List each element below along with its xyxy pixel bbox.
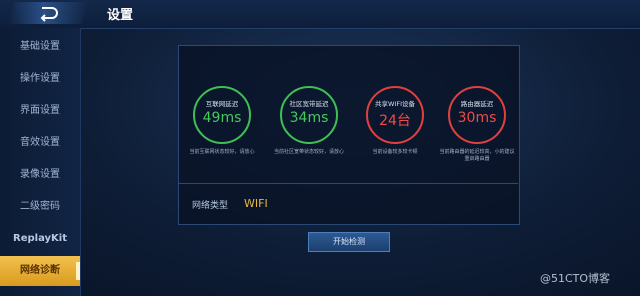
sidebar-item-network-diagnosis[interactable]: 网络诊断 — [0, 256, 80, 286]
stat-description: 当前路由器的延迟较高，小的建议重启路由器 — [439, 149, 515, 162]
stat-value: 49ms — [202, 110, 242, 126]
page-title: 设置 — [107, 8, 134, 23]
stat-value: 30ms — [457, 110, 497, 126]
sidebar-item-recording[interactable]: 录像设置 — [0, 160, 80, 190]
stat-label: 互联网延迟 — [205, 100, 239, 108]
stat-description: 当前设备较多较卡顿 — [372, 149, 418, 155]
diagnosis-panel: 互联网延迟 49ms 当前互联网状态较好，请放心 社区宽带延迟 34ms 当前社… — [178, 45, 520, 225]
network-type-value: WIFI — [244, 197, 268, 210]
stat-value: 24台 — [379, 113, 411, 129]
back-arrow-icon — [40, 7, 58, 22]
network-type-label: 网络类型 — [192, 201, 229, 211]
sidebar-item-controls[interactable]: 操作设置 — [0, 64, 80, 94]
sidebar-item-replaykit[interactable]: ReplayKit — [0, 224, 80, 254]
stat-shared-wifi-devices: 共享WIFI设备 24台 当前设备较多较卡顿 — [357, 86, 433, 156]
divider — [178, 183, 518, 184]
sidebar-item-password[interactable]: 二级密码 — [0, 192, 80, 222]
stat-label: 共享WIFI设备 — [375, 100, 415, 108]
stat-internet-latency: 互联网延迟 49ms 当前互联网状态较好，请放心 — [184, 86, 260, 156]
stat-description: 当前互联网状态较好，请放心 — [189, 149, 255, 155]
status-ring: 互联网延迟 49ms — [193, 86, 251, 144]
start-test-button[interactable]: 开始检测 — [308, 232, 390, 252]
status-ring: 路由器延迟 30ms — [448, 86, 506, 144]
stat-router-latency: 路由器延迟 30ms 当前路由器的延迟较高，小的建议重启路由器 — [439, 86, 515, 163]
sidebar-item-interface[interactable]: 界面设置 — [0, 96, 80, 126]
stat-label: 社区宽带延迟 — [289, 100, 329, 108]
watermark: @51CTO博客 — [540, 272, 611, 285]
stat-description: 当前社区宽带状态较好，请放心 — [273, 149, 344, 155]
back-button[interactable] — [8, 2, 88, 24]
stat-value: 34ms — [289, 110, 329, 126]
top-bar: 设置 — [0, 0, 640, 29]
status-ring: 共享WIFI设备 24台 — [366, 86, 424, 144]
status-ring: 社区宽带延迟 34ms — [280, 86, 338, 144]
sidebar: 基础设置 操作设置 界面设置 音效设置 录像设置 二级密码 ReplayKit … — [0, 28, 81, 296]
stat-community-latency: 社区宽带延迟 34ms 当前社区宽带状态较好，请放心 — [271, 86, 347, 156]
sidebar-item-basic[interactable]: 基础设置 — [0, 32, 80, 62]
stat-label: 路由器延迟 — [460, 100, 494, 108]
sidebar-item-audio[interactable]: 音效设置 — [0, 128, 80, 158]
